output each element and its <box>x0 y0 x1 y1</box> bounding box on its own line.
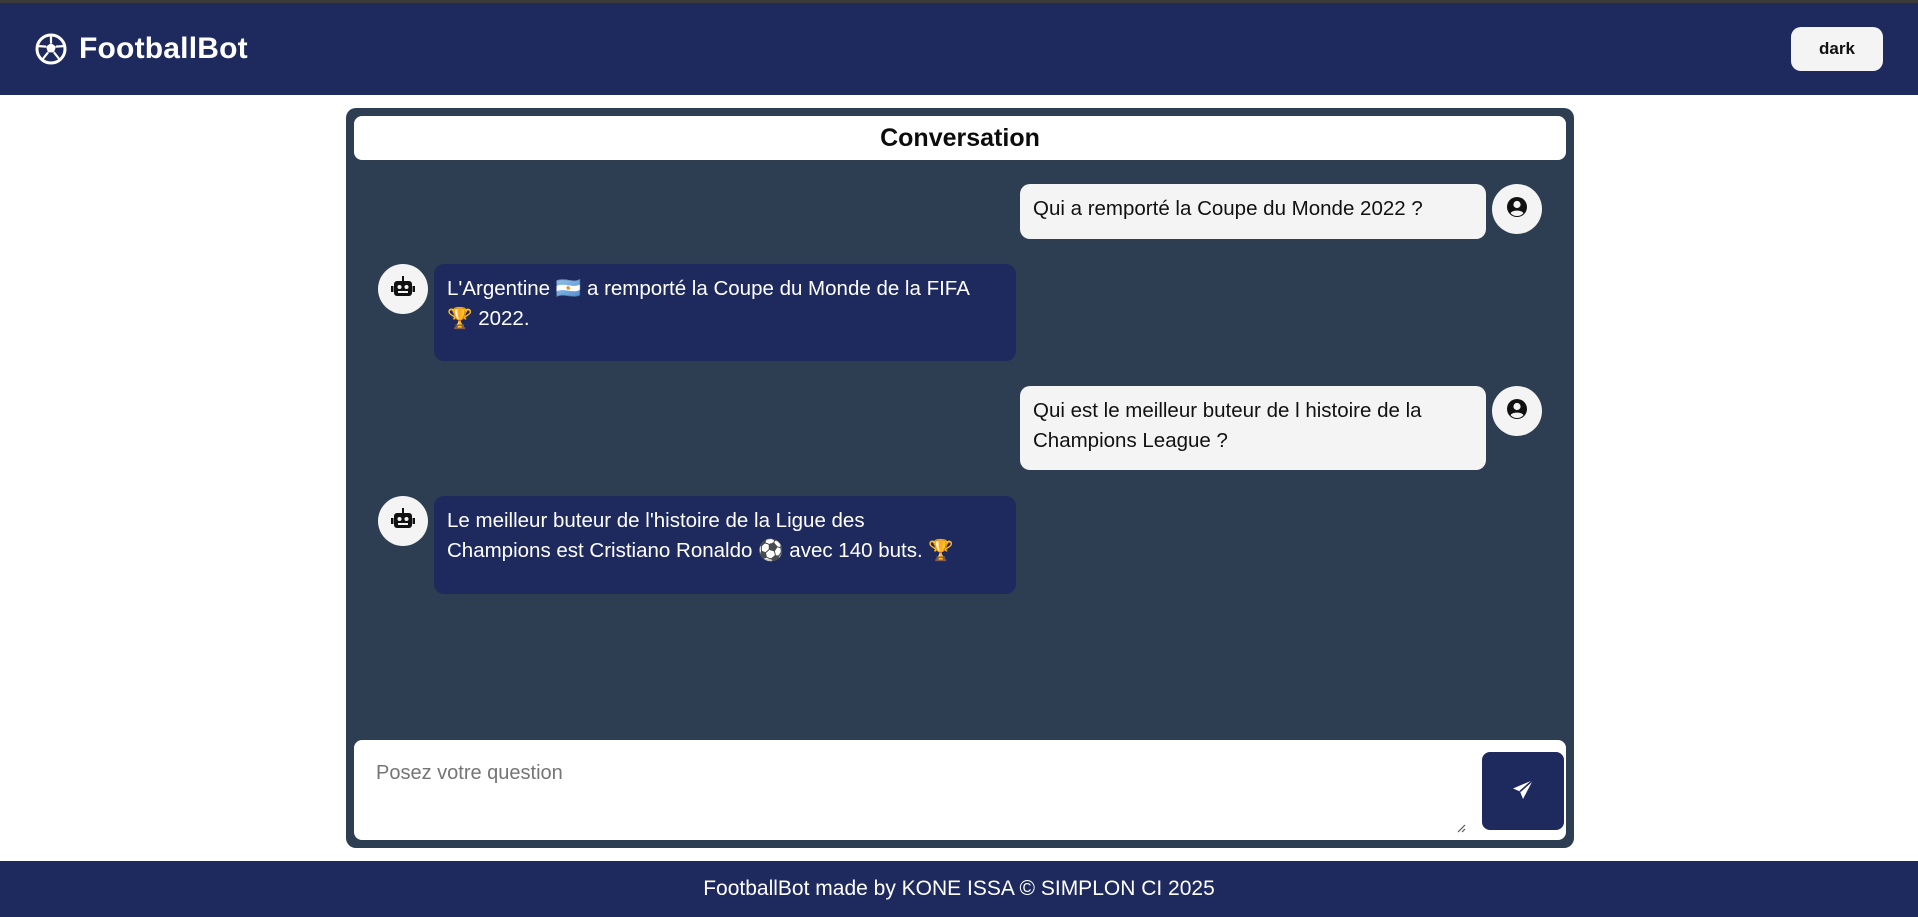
chat-panel: Conversation Qui a remporté la Coupe du … <box>346 108 1574 848</box>
message-text-line: Le meilleur buteur de l'histoire de la L… <box>447 509 865 532</box>
question-input[interactable] <box>368 752 1478 832</box>
bot-avatar <box>378 496 428 546</box>
brand[interactable]: FootballBot <box>35 32 248 66</box>
user-message-bubble: Qui a remporté la Coupe du Monde 2022 ? <box>1020 184 1486 239</box>
app-title: FootballBot <box>79 32 248 65</box>
message-text-line: 🏆 2022. <box>447 307 530 330</box>
message-text-line: Champions est Cristiano Ronaldo ⚽ avec 1… <box>447 539 954 562</box>
message-text-line: Qui est le meilleur buteur de l histoire… <box>1033 399 1422 422</box>
footer-text: FootballBot made by KONE ISSA © SIMPLON … <box>703 877 1215 900</box>
bot-message-bubble: L'Argentine 🇦🇷 a remporté la Coupe du Mo… <box>434 264 1016 361</box>
user-circle-icon <box>1506 196 1528 223</box>
theme-toggle-button[interactable]: dark <box>1791 27 1883 71</box>
user-circle-icon <box>1506 398 1528 425</box>
message-text: Qui a remporté la Coupe du Monde 2022 ? <box>1033 197 1423 220</box>
message-text-line: Champions League ? <box>1033 429 1228 452</box>
bot-avatar <box>378 264 428 314</box>
robot-icon <box>391 275 415 303</box>
user-message-bubble: Qui est le meilleur buteur de l histoire… <box>1020 386 1486 470</box>
bot-message-bubble: Le meilleur buteur de l'histoire de la L… <box>434 496 1016 594</box>
resize-handle-icon[interactable] <box>1454 820 1466 833</box>
paper-plane-icon <box>1511 778 1535 805</box>
user-avatar <box>1492 386 1542 436</box>
message-text-line: L'Argentine 🇦🇷 a remporté la Coupe du Mo… <box>447 277 970 300</box>
conversation-title: Conversation <box>354 116 1566 160</box>
send-button[interactable] <box>1482 752 1564 830</box>
user-avatar <box>1492 184 1542 234</box>
question-input-area <box>354 740 1566 840</box>
app-footer: FootballBot made by KONE ISSA © SIMPLON … <box>0 861 1918 917</box>
soccer-ball-icon <box>35 33 67 65</box>
app-header: FootballBot dark <box>0 3 1918 95</box>
robot-icon <box>391 507 415 535</box>
